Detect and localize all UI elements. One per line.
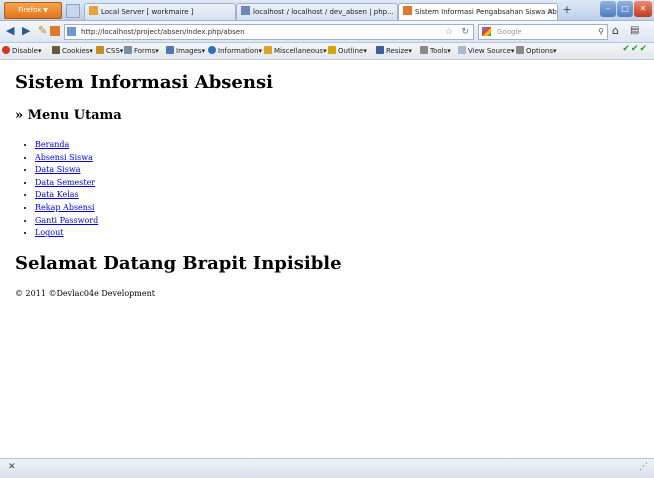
- menu-link-absensi-siswa[interactable]: Absensi Siswa: [35, 153, 93, 162]
- menu-item: Beranda: [35, 139, 98, 152]
- firefox-menu-button[interactable]: Firefox ▼: [4, 2, 62, 19]
- google-icon[interactable]: [482, 27, 491, 36]
- menu-item: Logout: [35, 227, 98, 240]
- page-content: Sistem Informasi Absensi » Menu Utama Be…: [0, 60, 654, 458]
- dev-item-label: Resize▾: [386, 47, 412, 55]
- title-bar: Firefox ▼ Local Server [ workmaire ] loca…: [0, 0, 654, 21]
- dev-item-miscellaneous[interactable]: Miscellaneous▾: [264, 45, 327, 57]
- disable-icon: [2, 46, 10, 54]
- menu-item: Ganti Password: [35, 215, 98, 228]
- site-identity-icon[interactable]: [67, 27, 76, 36]
- tab-title: Sistem Informasi Pengabsahan Siswa Absen…: [415, 8, 557, 16]
- url-bar[interactable]: http://localhost/project/absen/index.php…: [64, 24, 474, 40]
- forms-icon: [124, 46, 132, 54]
- menu-link-ganti-password[interactable]: Ganti Password: [35, 216, 98, 225]
- dev-item-label: Cookies▾: [62, 47, 93, 55]
- resize-icon: [376, 46, 384, 54]
- menu-heading: » Menu Utama: [15, 108, 122, 123]
- menu-item: Data Semester: [35, 177, 98, 190]
- addon-icon[interactable]: [50, 26, 60, 36]
- dev-item-label: CSS▾: [106, 47, 124, 55]
- bookmark-star-icon[interactable]: ☆: [445, 25, 453, 39]
- dev-item-label: Outline▾: [338, 47, 367, 55]
- dev-item-label: View Source▾: [468, 47, 515, 55]
- information-icon: [208, 46, 216, 54]
- favicon-icon: [89, 6, 98, 15]
- search-icon[interactable]: ⚲: [598, 25, 604, 39]
- navigation-bar: ◀ ▶ ✎ http://localhost/project/absen/ind…: [0, 21, 654, 43]
- options-icon: [516, 46, 524, 54]
- dev-item-label: Disable▾: [12, 47, 42, 55]
- dev-item-information[interactable]: Information▾: [208, 45, 262, 57]
- dev-item-view-source[interactable]: View Source▾: [458, 45, 514, 57]
- view-source-icon: [458, 46, 466, 54]
- dev-item-cookies[interactable]: Cookies▾: [52, 45, 93, 57]
- firefox-menu-label: Firefox: [18, 6, 42, 14]
- tab-groups-icon[interactable]: [66, 4, 80, 18]
- menu-item: Data Kelas: [35, 189, 98, 202]
- close-tab-icon[interactable]: ×: [547, 4, 554, 20]
- menu-link-data-semester[interactable]: Data Semester: [35, 178, 95, 187]
- menu-item: Data Siswa: [35, 164, 98, 177]
- menu-link-logout[interactable]: Logout: [35, 228, 63, 237]
- tab-phpmyadmin[interactable]: localhost / localhost / dev_absen | php.…: [236, 3, 398, 20]
- dev-item-label: Tools▾: [430, 47, 451, 55]
- search-placeholder: Google: [497, 28, 522, 36]
- close-addon-bar-icon[interactable]: ✕: [8, 462, 16, 472]
- favicon-icon: [403, 6, 412, 15]
- validation-check-icon: ✔✔✔: [622, 44, 648, 54]
- home-icon[interactable]: ⌂: [612, 24, 619, 38]
- menu-item: Absensi Siswa: [35, 152, 98, 165]
- url-text: http://localhost/project/absen/index.php…: [81, 28, 245, 36]
- main-menu: Beranda Absensi Siswa Data Siswa Data Se…: [15, 139, 98, 240]
- dev-item-label: Images▾: [176, 47, 206, 55]
- status-bar: ✕ ⋰: [0, 458, 654, 478]
- chevron-down-icon: ▼: [43, 7, 48, 14]
- images-icon: [166, 46, 174, 54]
- tools-icon: [420, 46, 428, 54]
- search-bar[interactable]: Google ⚲: [478, 24, 608, 40]
- dev-item-label: Miscellaneous▾: [274, 47, 327, 55]
- tab-title: Local Server [ workmaire ]: [101, 8, 194, 16]
- outline-icon: [328, 46, 336, 54]
- dev-item-disable[interactable]: Disable▾: [2, 45, 41, 57]
- menu-link-beranda[interactable]: Beranda: [35, 140, 69, 149]
- back-icon[interactable]: ◀: [6, 24, 14, 38]
- css-icon: [96, 46, 104, 54]
- menu-item: Rekap Absensi: [35, 202, 98, 215]
- reload-icon[interactable]: ↻: [461, 25, 469, 39]
- resize-grip-icon[interactable]: ⋰: [639, 462, 648, 472]
- page-title: Sistem Informasi Absensi: [15, 72, 273, 93]
- dev-item-label: Forms▾: [134, 47, 159, 55]
- welcome-heading: Selamat Datang Brapit Inpisible: [15, 253, 342, 274]
- web-developer-toolbar: Disable▾ Cookies▾ CSS▾ Forms▾ Images▾ In…: [0, 43, 654, 60]
- dev-item-tools[interactable]: Tools▾: [420, 45, 451, 57]
- dev-item-resize[interactable]: Resize▾: [376, 45, 412, 57]
- favicon-icon: [241, 6, 250, 15]
- dev-item-options[interactable]: Options▾: [516, 45, 557, 57]
- close-window-button[interactable]: ✕: [634, 1, 652, 17]
- dev-item-forms[interactable]: Forms▾: [124, 45, 159, 57]
- maximize-button[interactable]: □: [617, 1, 633, 17]
- menu-link-data-kelas[interactable]: Data Kelas: [35, 190, 79, 199]
- dev-item-label: Information▾: [218, 47, 263, 55]
- new-tab-button[interactable]: +: [560, 3, 574, 18]
- tab-local-server[interactable]: Local Server [ workmaire ]: [84, 3, 236, 20]
- menu-link-rekap-absensi[interactable]: Rekap Absensi: [35, 203, 95, 212]
- cookies-icon: [52, 46, 60, 54]
- tab-sistem-informasi[interactable]: Sistem Informasi Pengabsahan Siswa Absen…: [398, 3, 558, 20]
- miscellaneous-icon: [264, 46, 272, 54]
- tab-title: localhost / localhost / dev_absen | php.…: [253, 8, 394, 16]
- tools-icon[interactable]: ✎: [38, 24, 47, 38]
- dev-item-images[interactable]: Images▾: [166, 45, 205, 57]
- minimize-button[interactable]: –: [600, 1, 616, 17]
- forward-icon[interactable]: ▶: [22, 24, 30, 38]
- menu-link-data-siswa[interactable]: Data Siswa: [35, 165, 80, 174]
- footer-copyright: © 2011 ©Devlac04e Development: [15, 289, 155, 298]
- page-menu-icon[interactable]: ▤: [630, 24, 639, 38]
- dev-item-label: Options▾: [526, 47, 557, 55]
- dev-item-outline[interactable]: Outline▾: [328, 45, 367, 57]
- dev-item-css[interactable]: CSS▾: [96, 45, 123, 57]
